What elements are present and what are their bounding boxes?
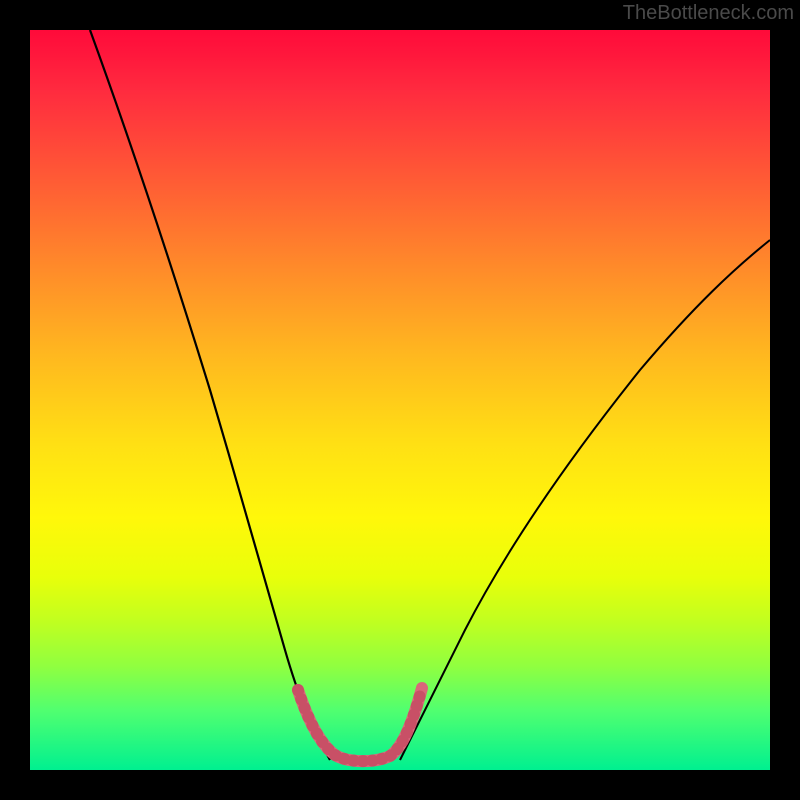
watermark-text: TheBottleneck.com: [623, 2, 794, 25]
right-curve: [400, 240, 770, 760]
plot-area: [30, 30, 770, 770]
chart-frame: TheBottleneck.com: [0, 0, 800, 800]
left-curve: [90, 30, 330, 760]
curve-layer: [30, 30, 770, 770]
